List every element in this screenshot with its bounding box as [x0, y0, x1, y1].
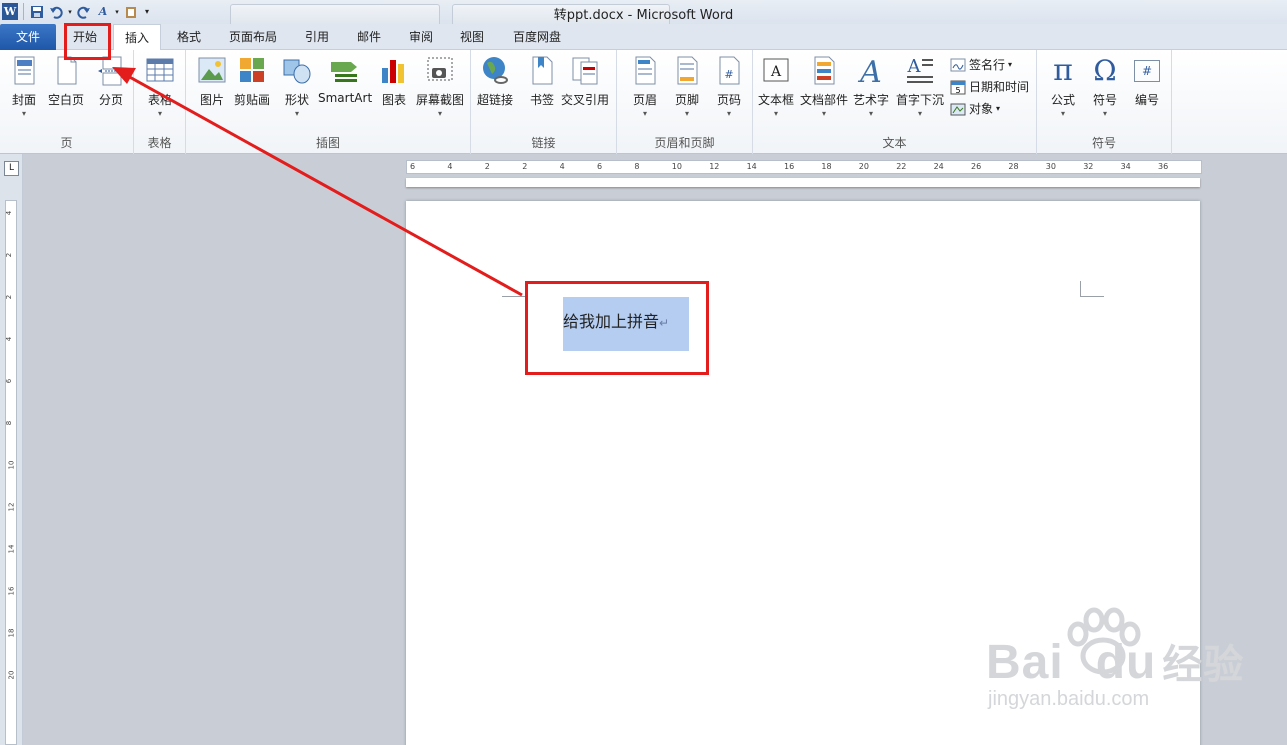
- watermark-brand: Bai: [986, 636, 1064, 689]
- baidu-jingyan-watermark: Bai du 经验 jingyan.baidu.com: [986, 600, 1243, 720]
- watermark-cn: 经验: [1162, 643, 1245, 687]
- watermark-brand-suffix: du: [1095, 636, 1157, 689]
- watermark-url: jingyan.baidu.com: [988, 688, 1150, 710]
